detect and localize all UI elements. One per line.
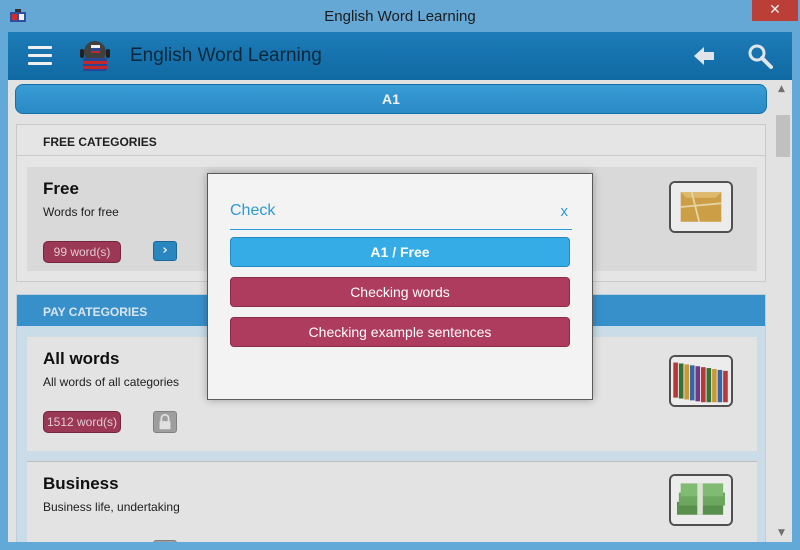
level-free-button[interactable]: A1 / Free — [230, 237, 570, 267]
check-dialog: Check x A1 / Free Checking words Checkin… — [207, 173, 593, 400]
dialog-close-button[interactable]: x — [561, 203, 569, 220]
dialog-title: Check — [230, 202, 276, 219]
checking-sentences-button[interactable]: Checking example sentences — [230, 317, 570, 347]
dialog-divider — [230, 229, 572, 230]
checking-words-button[interactable]: Checking words — [230, 277, 570, 307]
